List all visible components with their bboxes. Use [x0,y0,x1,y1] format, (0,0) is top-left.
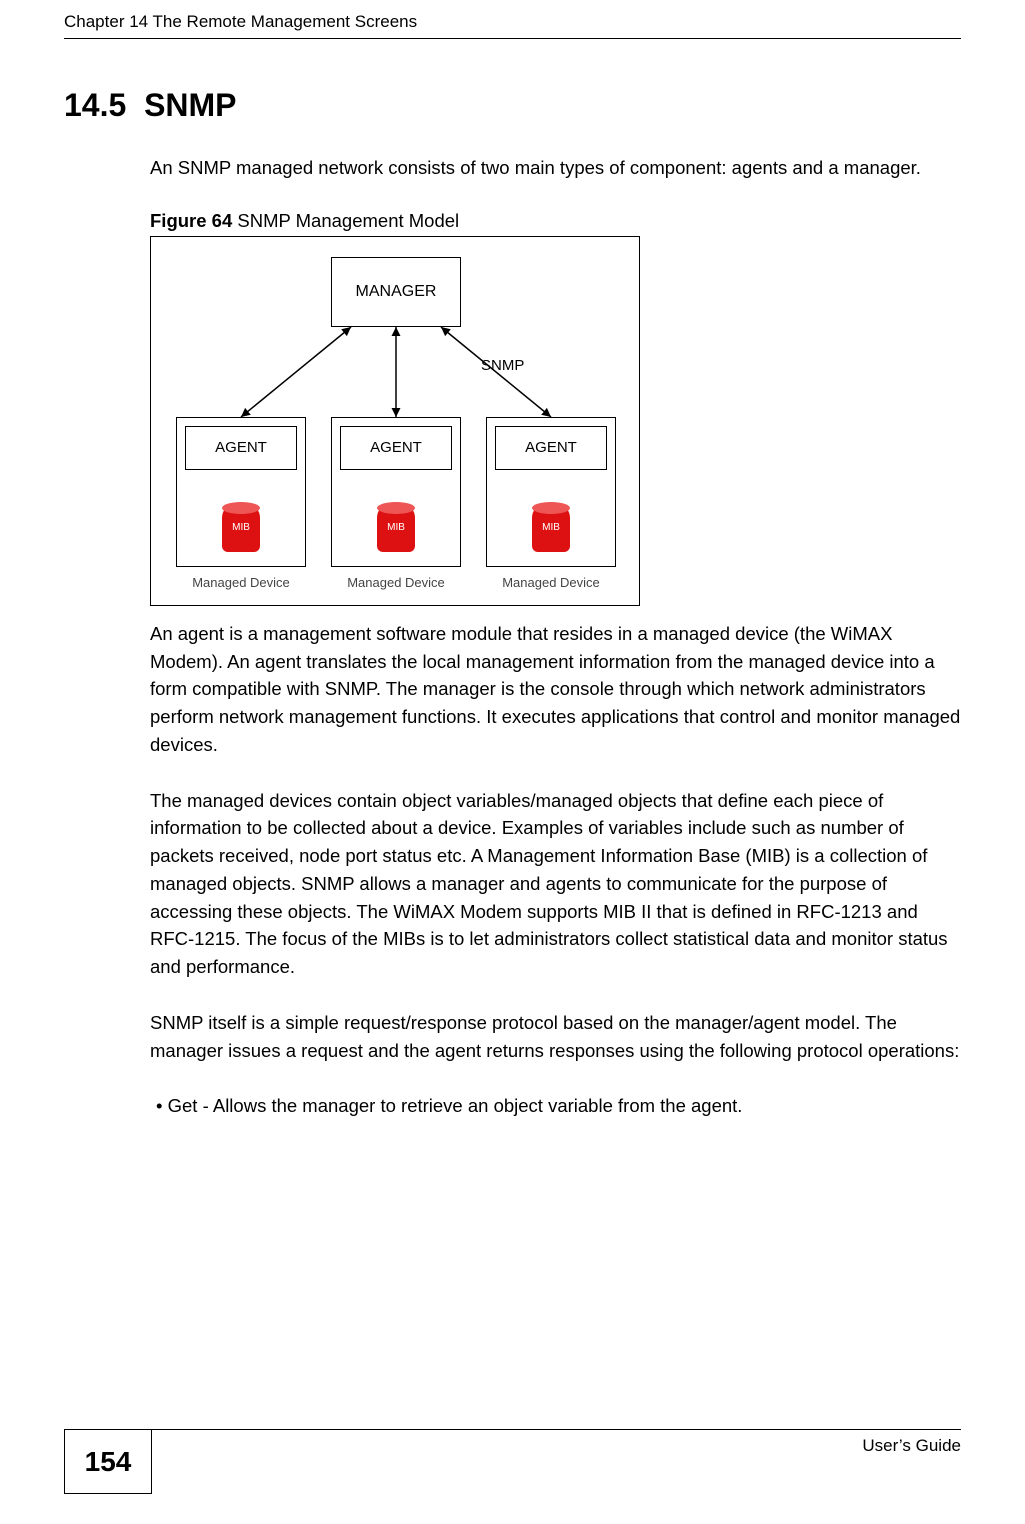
agent-label: AGENT [495,426,607,470]
section-heading: 14.5 SNMP [64,87,961,124]
bullet-get-operation: • Get - Allows the manager to retrieve a… [156,1092,961,1120]
figure-diagram: MANAGER SNMP AGENT MIB AGENT MIB AGENT M… [150,236,640,606]
paragraph-agent-description: An agent is a management software module… [150,620,961,759]
mib-label: MIB [377,522,415,533]
mib-icon: MIB [377,508,415,552]
managed-device-label: Managed Device [176,575,306,590]
page-footer: 154 User’s Guide [0,1429,1025,1494]
intro-paragraph: An SNMP managed network consists of two … [150,154,961,182]
figure-caption: Figure 64 SNMP Management Model [150,210,961,232]
managed-device-label: Managed Device [486,575,616,590]
manager-box: MANAGER [331,257,461,327]
mib-icon: MIB [532,508,570,552]
footer-guide-label: User’s Guide [152,1430,961,1494]
managed-device-label: Managed Device [331,575,461,590]
figure-title: SNMP Management Model [232,210,459,231]
page-header: Chapter 14 The Remote Management Screens [64,12,961,39]
figure-number: Figure 64 [150,210,232,231]
chapter-title: Chapter 14 The Remote Management Screens [64,12,417,31]
mib-label: MIB [532,522,570,533]
paragraph-protocol-intro: SNMP itself is a simple request/response… [150,1009,961,1065]
snmp-label: SNMP [481,357,524,374]
section-title: SNMP [144,87,236,123]
mib-label: MIB [222,522,260,533]
page-number: 154 [64,1430,152,1494]
section-number: 14.5 [64,87,126,123]
agent-box-3: AGENT MIB [486,417,616,567]
paragraph-mib-description: The managed devices contain object varia… [150,787,961,981]
mib-icon: MIB [222,508,260,552]
agent-label: AGENT [340,426,452,470]
agent-label: AGENT [185,426,297,470]
agent-box-2: AGENT MIB [331,417,461,567]
agent-box-1: AGENT MIB [176,417,306,567]
